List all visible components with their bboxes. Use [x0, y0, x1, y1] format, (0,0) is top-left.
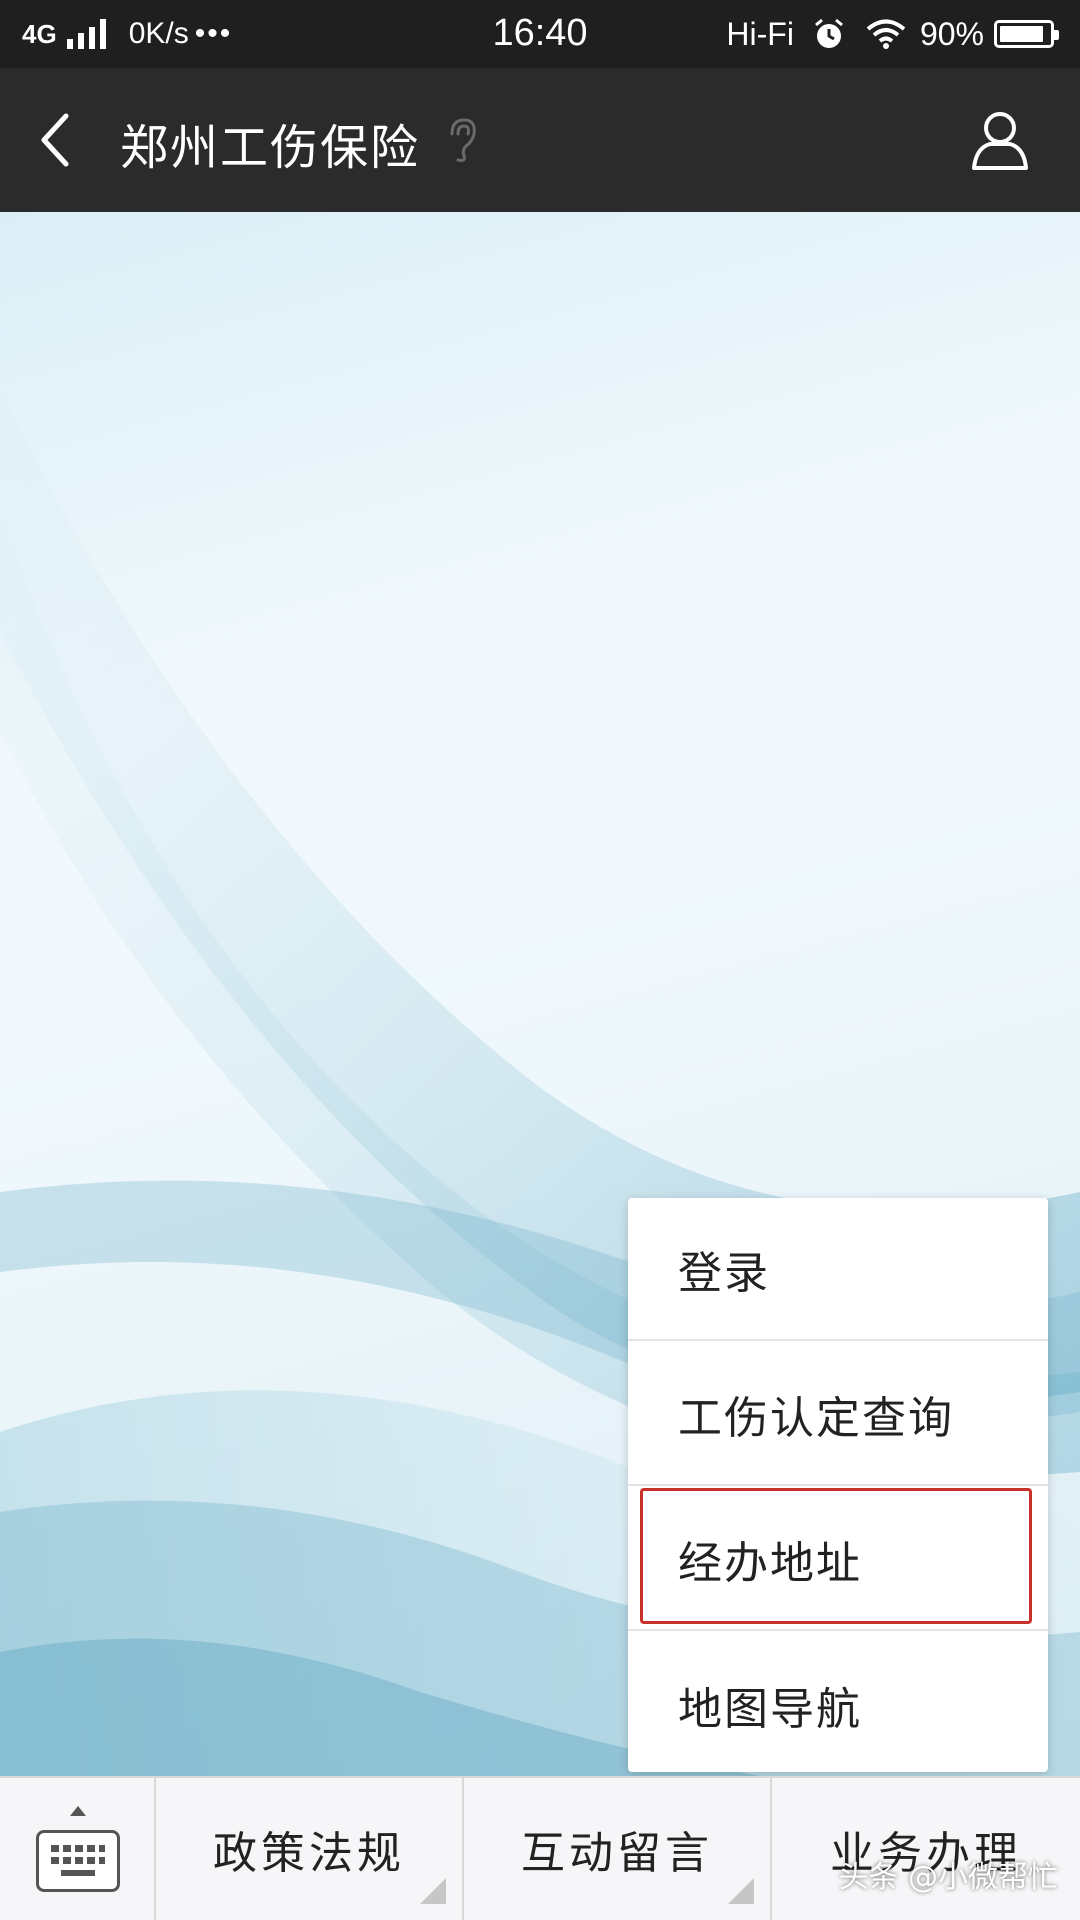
profile-button[interactable]	[970, 108, 1030, 172]
tab-policy[interactable]: 政策法规	[156, 1778, 464, 1920]
chevron-left-icon	[41, 113, 69, 167]
hifi-label: Hi-Fi	[726, 15, 794, 52]
caret-up-icon	[70, 1806, 86, 1816]
menu-item-injury-query[interactable]: 工伤认定查询	[628, 1343, 1048, 1486]
tab-label: 政策法规	[213, 1828, 405, 1879]
submenu-corner-icon	[420, 1878, 446, 1904]
tab-messages[interactable]: 互动留言	[464, 1778, 772, 1920]
tab-label: 互动留言	[521, 1828, 713, 1879]
status-bar: 4G 0K/s ••• 16:40 Hi-Fi 90%	[0, 0, 1080, 68]
battery-level	[1000, 26, 1044, 42]
menu-item-label: 地图导航	[678, 1683, 862, 1735]
status-right: Hi-Fi 90%	[726, 14, 1059, 54]
menu-item-label: 登录	[678, 1247, 770, 1299]
title-bar: 郑州工伤保险	[0, 68, 1080, 212]
menu-item-map-navigation[interactable]: 地图导航	[628, 1633, 1048, 1776]
alarm-icon	[812, 17, 846, 51]
tab-services[interactable]: 业务办理	[772, 1778, 1080, 1920]
popup-menu: 登录 工伤认定查询 经办地址 地图导航	[628, 1198, 1048, 1772]
menu-item-login[interactable]: 登录	[628, 1198, 1048, 1341]
battery-percent: 90%	[919, 15, 984, 52]
keyboard-toggle-button[interactable]	[0, 1778, 156, 1920]
watermark: 头条 @小微帮忙	[838, 1860, 1058, 1895]
keyboard-icon	[36, 1830, 120, 1892]
bottom-menu-bar: 政策法规 互动留言 业务办理 头条 @小微帮忙	[0, 1776, 1080, 1920]
submenu-corner-icon	[728, 1878, 754, 1904]
person-icon	[972, 112, 1028, 170]
battery-icon	[994, 20, 1059, 48]
back-button[interactable]	[30, 106, 90, 174]
highlight-box	[640, 1488, 1032, 1624]
page-title: 郑州工伤保险	[120, 120, 421, 176]
wifi-icon	[866, 18, 906, 50]
menu-item-label: 工伤认定查询	[678, 1392, 954, 1444]
ear-icon[interactable]	[444, 116, 480, 164]
